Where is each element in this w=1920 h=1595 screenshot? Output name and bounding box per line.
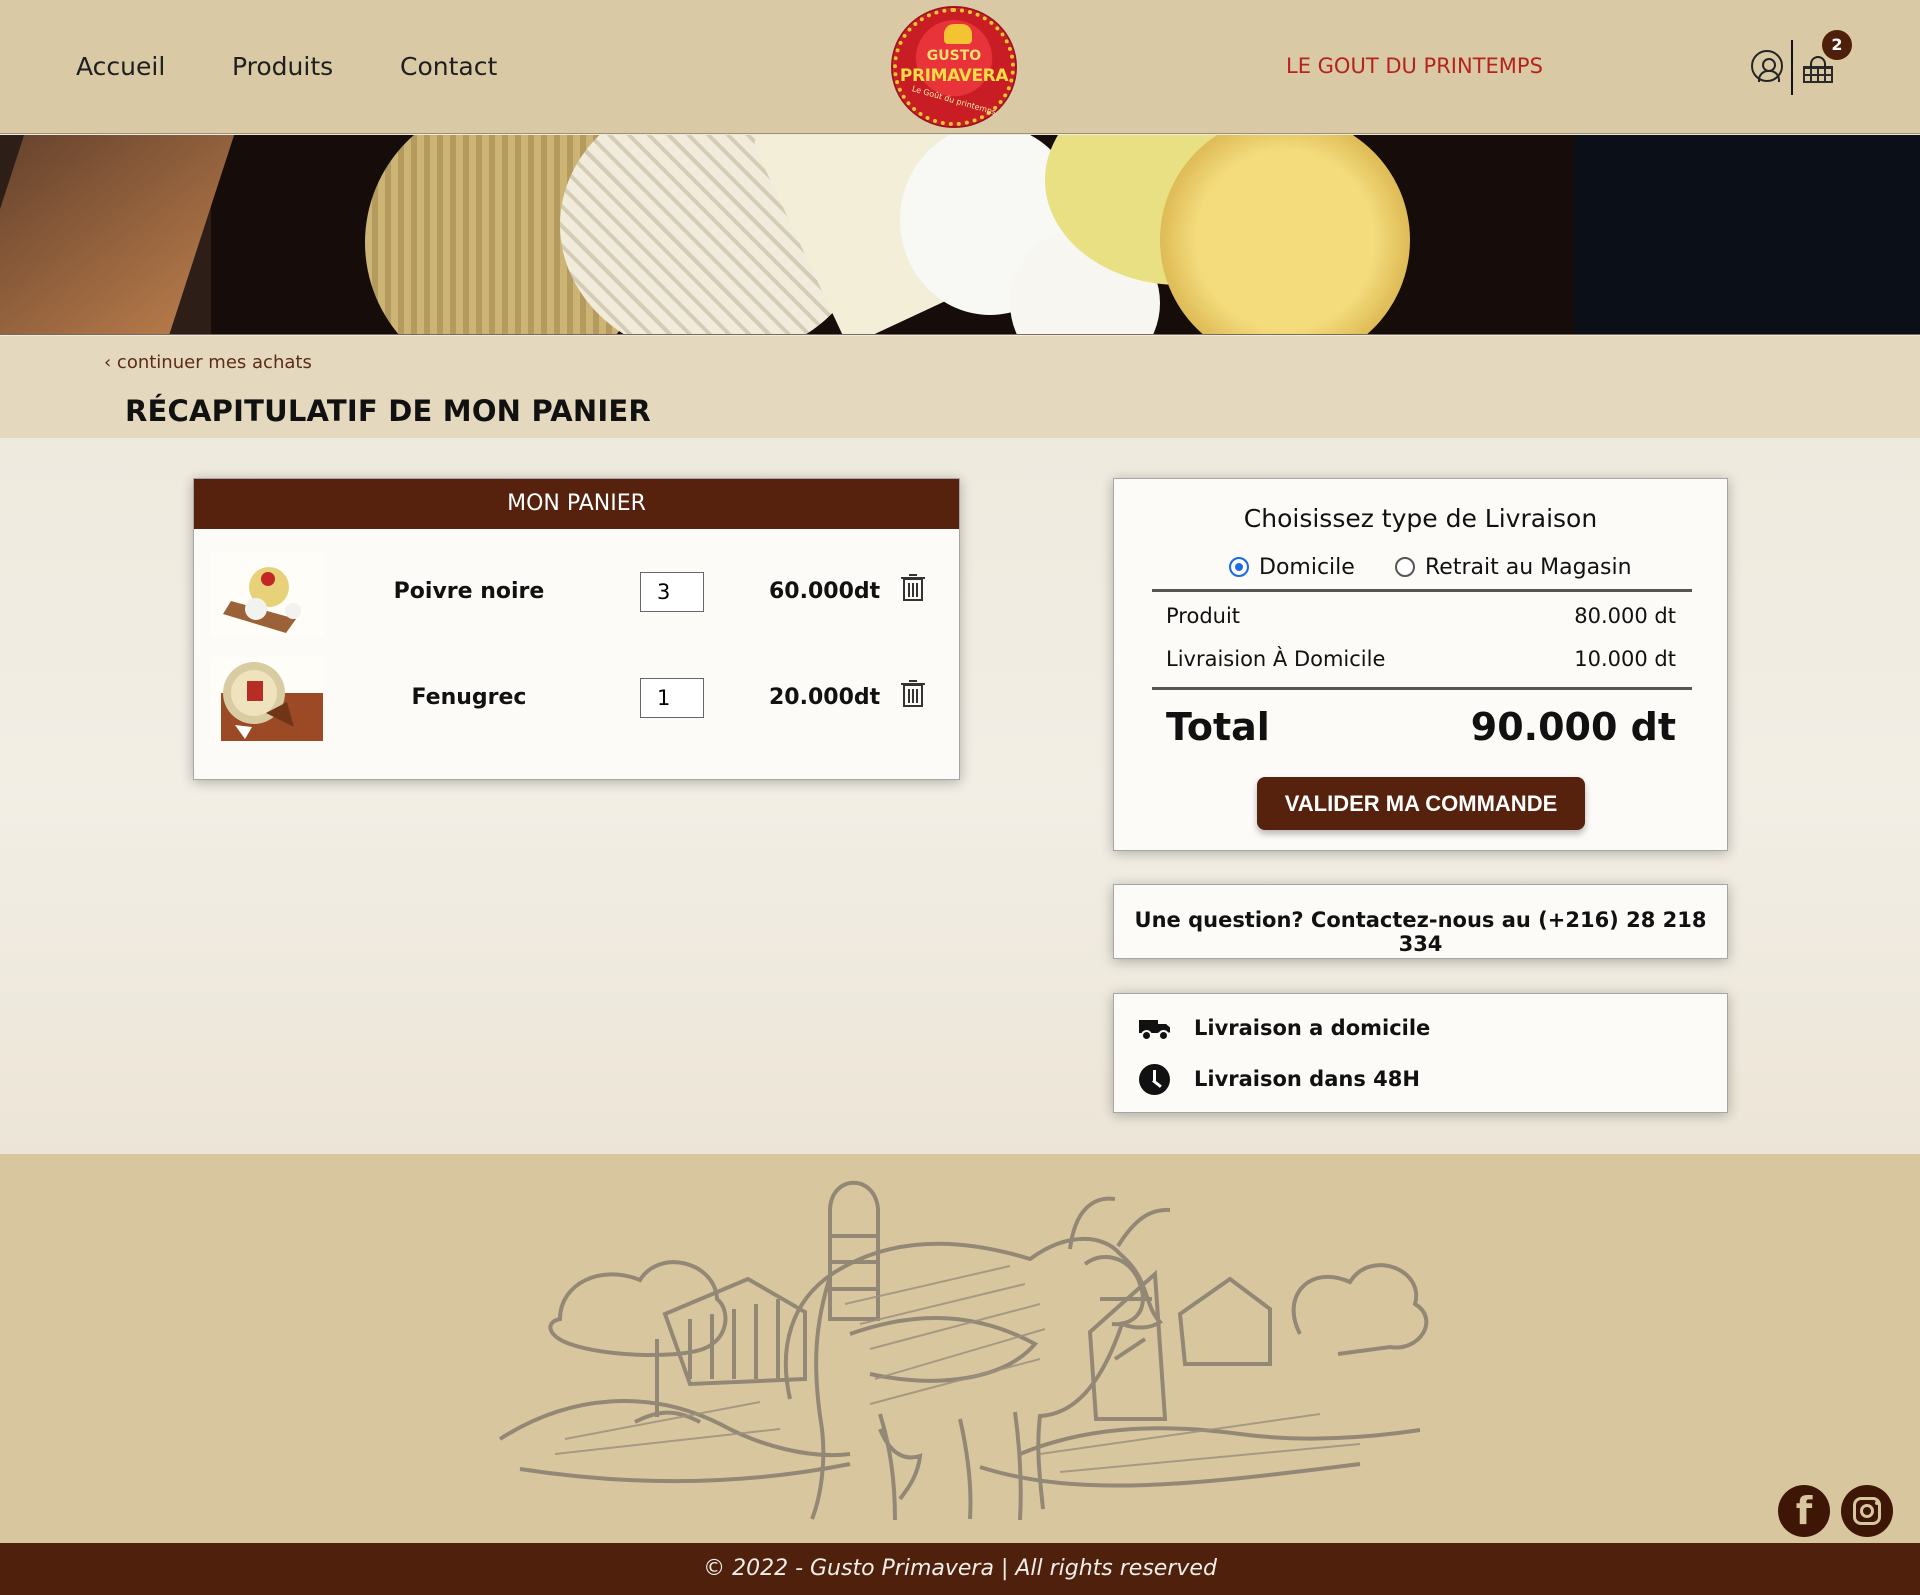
user-account-icon[interactable] (1751, 50, 1783, 82)
site-header: Accueil Produits Contact GUSTO PRIMAVERA… (0, 0, 1920, 134)
line-price: 20.000dt (769, 685, 881, 710)
cart-panel: MON PANIER Poivre noire 60.000dt (193, 478, 960, 780)
delivery-option-label: Domicile (1259, 554, 1355, 580)
delivery-info-panel: Livraison a domicile Livraison dans 48H (1113, 993, 1728, 1113)
basket-icon[interactable] (1803, 56, 1833, 84)
contact-question-text: Une question? Contactez-nous au (+216) 2… (1134, 908, 1707, 956)
brand-main-text: PRIMAVERA (899, 66, 1009, 86)
site-tagline: LE GOUT DU PRINTEMPS (1286, 54, 1543, 78)
header-divider (1791, 40, 1793, 95)
delivery-fee-label: Livraision À Domicile (1166, 647, 1386, 671)
line-price: 60.000dt (769, 579, 881, 604)
product-image (211, 657, 324, 743)
delivery-option-magasin[interactable]: Retrait au Magasin (1395, 552, 1632, 582)
radio-checked-icon[interactable] (1229, 557, 1249, 577)
chevron-left-icon: ‹ (104, 352, 117, 373)
cart-row: Poivre noire 60.000dt (194, 551, 959, 645)
truck-wheel (1160, 1031, 1167, 1039)
basket-body (1803, 66, 1833, 83)
brand-motto: Le Goût du printemps (910, 84, 998, 117)
cart-page: Accueil Produits Contact GUSTO PRIMAVERA… (0, 0, 1920, 1595)
nav-contact[interactable]: Contact (400, 52, 497, 81)
crown-icon (944, 24, 972, 44)
facebook-icon[interactable]: f (1778, 1485, 1830, 1537)
total-value: 90.000 dt (1470, 705, 1676, 749)
cart-row: Fenugrec 20.000dt (194, 657, 959, 751)
delivery-option-domicile[interactable]: Domicile (1229, 552, 1355, 582)
product-image (211, 551, 324, 637)
validate-order-button[interactable]: VALIDER MA COMMANDE (1257, 777, 1585, 830)
instagram-icon[interactable] (1841, 1485, 1893, 1537)
trash-icon[interactable] (899, 571, 927, 603)
quantity-input[interactable] (640, 678, 704, 718)
copyright-bar: © 2022 - Gusto Primavera | All rights re… (0, 1543, 1920, 1595)
truck-wheel (1143, 1031, 1150, 1039)
cheese-board-image (211, 551, 324, 637)
nav-accueil[interactable]: Accueil (76, 52, 165, 81)
footer-illustration (0, 1154, 1920, 1544)
total-label: Total (1166, 705, 1270, 749)
delivery-fee-row: Livraision À Domicile 10.000 dt (1166, 647, 1676, 677)
product-subtotal-label: Produit (1166, 604, 1241, 628)
delivery-option-label: Retrait au Magasin (1425, 554, 1632, 580)
farm-cow-illustration (498, 1180, 1429, 1521)
radio-unchecked-icon[interactable] (1395, 557, 1415, 577)
order-summary-panel: Choisissez type de Livraison Domicile Re… (1113, 478, 1728, 851)
instagram-logo-dot (1875, 1501, 1879, 1505)
delivery-info-item: Livraison a domicile (1139, 1013, 1430, 1043)
product-subtotal-row: Produit 80.000 dt (1166, 604, 1676, 634)
hero-cheese-shape (1160, 135, 1410, 334)
delivery-info-item: Livraison dans 48H (1139, 1063, 1420, 1095)
continue-shopping-label: continuer mes achats (116, 352, 312, 373)
product-name: Fenugrec (411, 685, 527, 710)
page-title: RÉCAPITULATIF DE MON PANIER (125, 394, 651, 428)
delivery-info-text: Livraison dans 48H (1194, 1067, 1420, 1091)
product-name: Poivre noire (393, 579, 545, 604)
delivery-fee-value: 10.000 dt (1574, 647, 1676, 671)
cheese-board-image (211, 657, 324, 743)
summary-divider (1152, 589, 1692, 592)
cart-header: MON PANIER (194, 479, 959, 529)
brand-small-text: GUSTO (926, 48, 982, 64)
clock-icon (1139, 1063, 1170, 1095)
truck-icon (1139, 1018, 1170, 1039)
cart-count-badge: 2 (1822, 30, 1852, 60)
hero-board-image (0, 135, 235, 334)
nav-produits[interactable]: Produits (232, 52, 333, 81)
contact-question-panel: Une question? Contactez-nous au (+216) 2… (1113, 884, 1728, 959)
hero-cheese-banner (0, 135, 1920, 335)
product-subtotal-value: 80.000 dt (1574, 604, 1676, 628)
summary-divider (1152, 687, 1692, 690)
facebook-logo-glyph: f (1795, 1489, 1813, 1533)
delivery-info-text: Livraison a domicile (1194, 1016, 1431, 1040)
truck-box (1139, 1019, 1158, 1033)
continue-shopping-link[interactable]: ‹ continuer mes achats (104, 352, 312, 373)
delivery-type-title: Choisissez type de Livraison (1243, 504, 1598, 533)
instagram-logo-lens (1860, 1504, 1874, 1518)
trash-icon[interactable] (899, 677, 927, 709)
quantity-input[interactable] (640, 572, 704, 612)
brand-logo[interactable]: GUSTO PRIMAVERA Le Goût du printemps (893, 8, 1015, 126)
total-row: Total 90.000 dt (1166, 705, 1676, 750)
